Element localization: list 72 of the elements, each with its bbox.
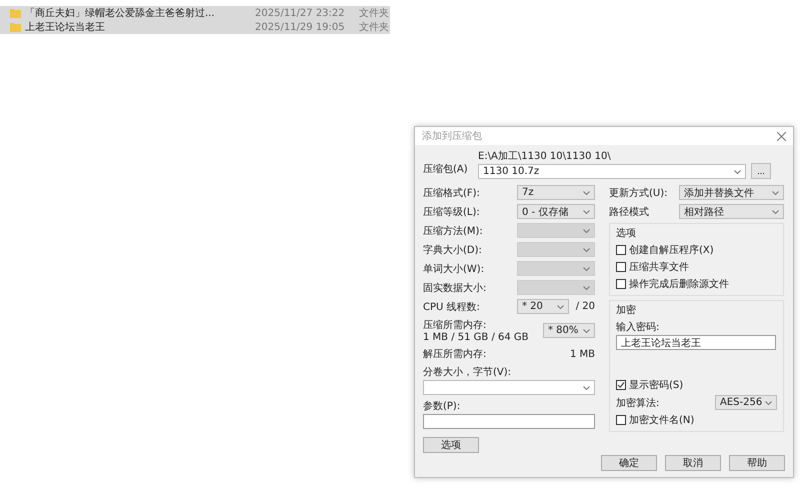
chevron-down-icon [583, 386, 590, 390]
file-row[interactable]: 上老王论坛当老王 2025/11/29 19:05 文件夹 [0, 20, 390, 34]
parameters-field[interactable] [423, 414, 595, 429]
field-label: 路径模式 [609, 206, 650, 218]
threads-dropdown[interactable]: * 20 [517, 299, 569, 314]
field-label: 压缩格式(F): [423, 186, 481, 200]
field-label: 加密算法: [616, 396, 660, 410]
field-label: CPU 线程数: [423, 300, 481, 314]
field-label: 固实数据大小: [423, 282, 488, 294]
field-label: 更新方式(U): [609, 186, 668, 200]
dialog-button[interactable]: 帮助 [729, 455, 785, 471]
field-label: 解压所需内存: [423, 348, 486, 361]
file-type: 文件夹 [359, 6, 389, 20]
field-label: 输入密码: [616, 320, 660, 334]
checkbox[interactable] [616, 415, 626, 425]
field-label: 压缩方法(M): [423, 224, 484, 238]
group-title: 选项 [616, 226, 637, 240]
dropdown[interactable]: 添加并替换文件 [679, 185, 784, 200]
algorithm-dropdown[interactable]: AES-256 [715, 395, 777, 410]
file-name: 「商丘夫妇」绿帽老公爱舔金主爸爸射过... [25, 6, 216, 20]
close-icon[interactable] [777, 132, 786, 140]
checkbox-label: 加密文件名(N) [629, 414, 694, 427]
archive-label: 压缩包(A) [423, 162, 469, 177]
file-date: 2025/11/27 23:22 [255, 8, 346, 18]
chevron-down-icon [557, 304, 564, 308]
memory-detail: 1 MB / 51 GB / 64 GB [423, 332, 529, 343]
chevron-down-icon [583, 190, 590, 194]
chevron-down-icon [765, 400, 772, 404]
file-type: 文件夹 [359, 20, 389, 34]
window-title: 添加到压缩包 [422, 130, 482, 143]
dropdown[interactable]: 相对路径 [679, 204, 784, 219]
checkbox-label: 显示密码(S) [629, 378, 684, 392]
folder-icon [10, 22, 21, 32]
browse-button[interactable]: ... [751, 163, 771, 179]
chevron-down-icon [583, 328, 590, 332]
chevron-down-icon [772, 210, 779, 214]
chevron-down-icon [734, 170, 741, 174]
chevron-down-icon [583, 210, 590, 214]
dialog-button[interactable]: 取消 [665, 455, 721, 471]
password-field[interactable]: 上老王论坛当老王 [616, 335, 776, 350]
checkbox[interactable] [616, 279, 626, 289]
field-label: 单词大小(W): [423, 262, 486, 276]
archive-path: E:\A加工\1130 10\1130 10\ [478, 150, 612, 163]
group-title: 加密 [616, 304, 637, 317]
folder-icon [10, 8, 21, 18]
chevron-down-icon [583, 266, 590, 270]
field-label: 字典大小(D): [423, 244, 483, 256]
field-label: 压缩所需内存: [423, 318, 488, 332]
options-button[interactable]: 选项 [423, 437, 479, 453]
memory-dropdown[interactable]: * 80% [543, 323, 595, 338]
dialog-button[interactable]: 确定 [601, 455, 657, 471]
checkbox-label: 压缩共享文件 [629, 260, 689, 274]
chevron-down-icon [583, 248, 590, 252]
file-row[interactable]: 「商丘夫妇」绿帽老公爱舔金主爸爸射过... 2025/11/27 23:22 文件夹 [0, 6, 390, 20]
checkbox-label: 创建自解压程序(X) [629, 244, 714, 257]
file-name: 上老王论坛当老王 [25, 20, 106, 34]
chevron-down-icon [583, 286, 590, 290]
checkbox-label: 操作完成后删除源文件 [629, 278, 729, 291]
archive-name-combo[interactable]: 1130 10.7z [478, 164, 746, 179]
threads-total: / 20 [576, 301, 595, 312]
dropdown[interactable]: 7z [517, 185, 595, 200]
field-label: 压缩等级(L): [423, 206, 481, 218]
decompress-memory-value: 1 MB [570, 348, 595, 360]
checkbox[interactable] [616, 380, 626, 390]
checkbox[interactable] [616, 262, 626, 272]
field-label: 分卷大小，字节(V): [423, 366, 512, 379]
field-label: 参数(P): [423, 400, 462, 413]
file-date: 2025/11/29 19:05 [255, 22, 346, 32]
checkbox[interactable] [616, 245, 626, 255]
chevron-down-icon [583, 228, 590, 232]
dropdown[interactable]: 0 - 仅存储 [517, 204, 595, 219]
chevron-down-icon [772, 190, 779, 194]
